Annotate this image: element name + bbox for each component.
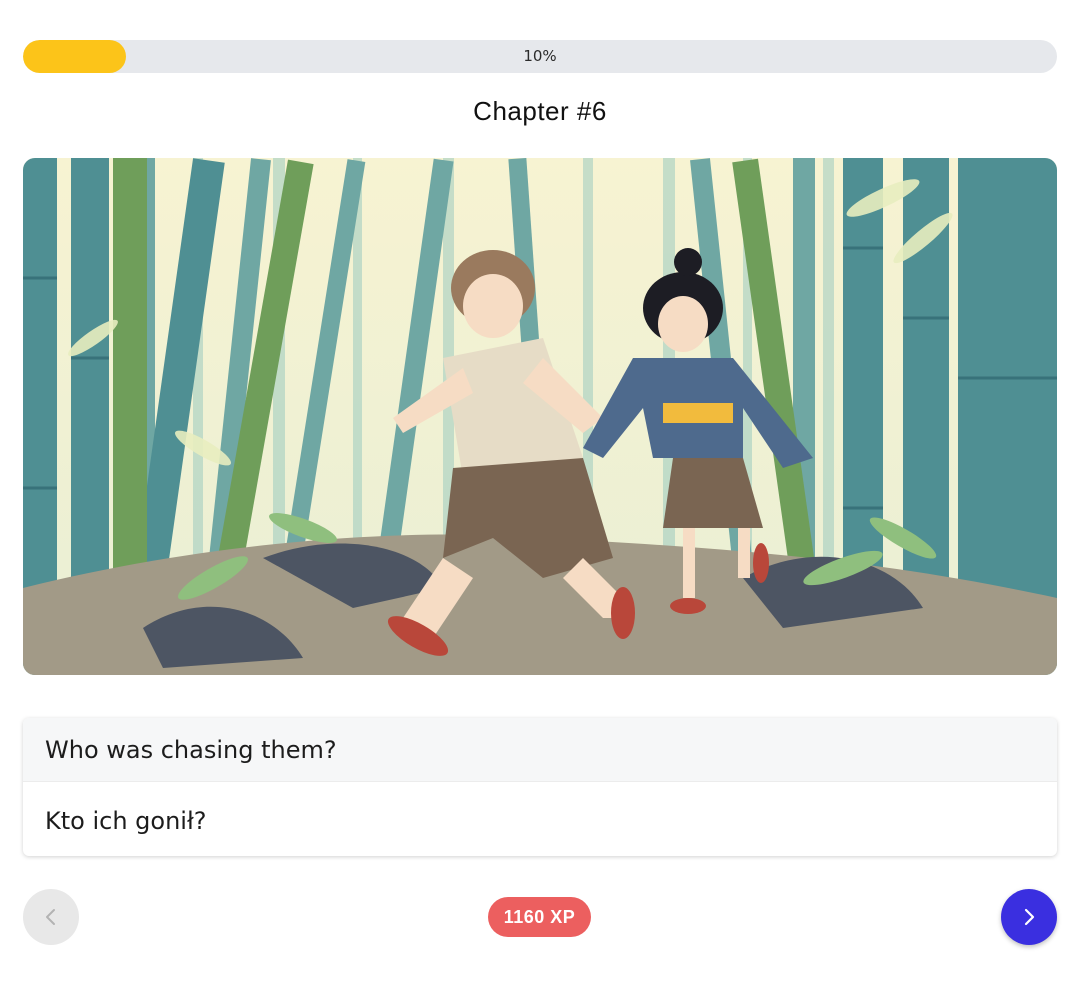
chevron-left-icon (46, 909, 55, 925)
question-text: Who was chasing them? (23, 718, 1057, 782)
next-button[interactable] (1001, 889, 1057, 945)
progress-bar: 10% (23, 40, 1057, 73)
question-translation: Kto ich gonił? (45, 807, 207, 835)
bamboo-forest-scene (23, 158, 1057, 675)
xp-badge: 1160 XP (488, 897, 591, 937)
story-illustration (23, 158, 1057, 675)
previous-button[interactable] (23, 889, 79, 945)
progress-label: 10% (523, 47, 557, 65)
chevron-right-icon (1024, 908, 1035, 926)
question-card: Who was chasing them? Kto ich gonił? (23, 718, 1057, 856)
chapter-title: Chapter #6 (473, 96, 607, 126)
